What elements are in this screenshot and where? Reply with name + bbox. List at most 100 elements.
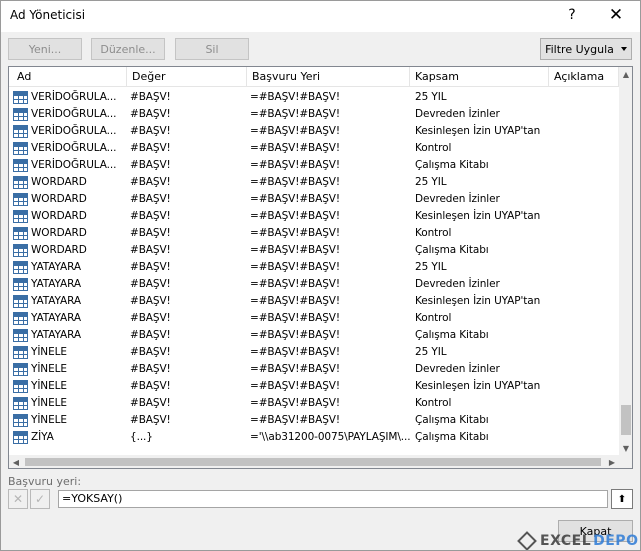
table-row[interactable]: YATAYARA #BAŞV! =#BAŞV!#BAŞV! Devreden İzin… [9, 276, 617, 293]
column-header-comment[interactable]: Açıklama [549, 67, 619, 87]
table-row[interactable]: VERİDOĞRULA... #BAŞV! =#BAŞV!#BAŞV! 25 YIL [9, 89, 617, 106]
vertical-scroll-thumb[interactable] [621, 405, 631, 435]
table-row[interactable]: WORDARD #BAŞV! =#BAŞV!#BAŞV! Kontrol [9, 225, 617, 242]
row-refers-to: =#BAŞV!#BAŞV! [250, 261, 340, 273]
table-row[interactable]: YİNELE #BAŞV! =#BAŞV!#BAŞV! Çalışma Kitabı [9, 412, 617, 429]
row-value: #BAŞV! [130, 380, 171, 392]
row-value: #BAŞV! [130, 397, 171, 409]
column-header-scope[interactable]: Kapsam [410, 67, 549, 87]
row-scope: Kontrol [415, 227, 452, 239]
name-range-icon [13, 346, 29, 359]
collapse-dialog-icon[interactable]: ⬆ [611, 489, 633, 509]
row-name: ZİYA [31, 431, 54, 443]
table-row[interactable]: VERİDOĞRULA... #BAŞV! =#BAŞV!#BAŞV! Çalışma… [9, 157, 617, 174]
row-scope: 25 YIL [415, 91, 447, 103]
table-row[interactable]: YİNELE #BAŞV! =#BAŞV!#BAŞV! Devreden İzinle… [9, 361, 617, 378]
edit-button[interactable]: Düzenle... [91, 38, 165, 60]
close-window-button[interactable]: ✕ [602, 2, 630, 28]
name-range-icon [13, 108, 29, 121]
table-row[interactable]: YATAYARA #BAŞV! =#BAŞV!#BAŞV! Çalışma Kitab… [9, 327, 617, 344]
row-value: #BAŞV! [130, 193, 171, 205]
vertical-scrollbar[interactable]: ▲ ▼ [619, 67, 632, 455]
name-range-icon [13, 244, 29, 257]
row-value: #BAŞV! [130, 329, 171, 341]
row-scope: Devreden İzinler [415, 278, 500, 290]
row-scope: 25 YIL [415, 346, 447, 358]
column-header-refers-to[interactable]: Başvuru Yeri [247, 67, 410, 87]
new-button[interactable]: Yeni... [8, 38, 82, 60]
row-value: #BAŞV! [130, 108, 171, 120]
row-value: #BAŞV! [130, 261, 171, 273]
row-name: VERİDOĞRULA... [31, 91, 117, 103]
table-row[interactable]: WORDARD #BAŞV! =#BAŞV!#BAŞV! Kesinleşen İzi… [9, 208, 617, 225]
row-refers-to: =#BAŞV!#BAŞV! [250, 159, 340, 171]
row-scope: Çalışma Kitabı [415, 329, 489, 341]
table-row[interactable]: WORDARD #BAŞV! =#BAŞV!#BAŞV! 25 YIL [9, 174, 617, 191]
row-name: VERİDOĞRULA... [31, 108, 117, 120]
scroll-down-icon[interactable]: ▼ [619, 441, 632, 455]
title-bar: Ad Yöneticisi ? ✕ [0, 0, 641, 32]
table-row[interactable]: YİNELE #BAŞV! =#BAŞV!#BAŞV! Kontrol [9, 395, 617, 412]
row-refers-to: =#BAŞV!#BAŞV! [250, 380, 340, 392]
column-header-name[interactable]: Ad [9, 67, 127, 87]
table-row[interactable]: YİNELE #BAŞV! =#BAŞV!#BAŞV! Kesinleşen İzin… [9, 378, 617, 395]
row-name: YATAYARA [31, 329, 81, 341]
row-value: #BAŞV! [130, 159, 171, 171]
column-header-value[interactable]: Değer [127, 67, 247, 87]
scroll-right-icon[interactable]: ▶ [605, 455, 619, 468]
cancel-edit-icon[interactable]: ✕ [8, 489, 28, 509]
table-row[interactable]: WORDARD #BAŞV! =#BAŞV!#BAŞV! Devreden İzinl… [9, 191, 617, 208]
row-name: WORDARD [31, 176, 87, 188]
name-range-icon [13, 363, 29, 376]
row-name: YATAYARA [31, 295, 81, 307]
name-range-icon [13, 227, 29, 240]
scroll-left-icon[interactable]: ◀ [9, 455, 23, 468]
names-list[interactable]: Ad Değer Başvuru Yeri Kapsam Açıklama VE… [8, 66, 633, 469]
refers-to-input[interactable]: =YOKSAY() [58, 490, 608, 508]
table-row[interactable]: YATAYARA #BAŞV! =#BAŞV!#BAŞV! Kesinleşen İz… [9, 293, 617, 310]
row-scope: Devreden İzinler [415, 363, 500, 375]
row-value: #BAŞV! [130, 312, 171, 324]
window-title: Ad Yöneticisi [10, 8, 86, 22]
scroll-up-icon[interactable]: ▲ [619, 67, 632, 81]
filter-button[interactable]: Filtre Uygula [540, 38, 632, 60]
row-scope: Çalışma Kitabı [415, 431, 489, 443]
row-scope: Kesinleşen İzin UYAP'tan [415, 125, 541, 137]
horizontal-scroll-thumb[interactable] [25, 458, 601, 466]
row-scope: 25 YIL [415, 261, 447, 273]
list-rows: VERİDOĞRULA... #BAŞV! =#BAŞV!#BAŞV! 25 YIL V… [9, 89, 617, 446]
scroll-corner [619, 455, 632, 468]
row-scope: Kontrol [415, 142, 452, 154]
table-row[interactable]: YİNELE #BAŞV! =#BAŞV!#BAŞV! 25 YIL [9, 344, 617, 361]
row-value: #BAŞV! [130, 363, 171, 375]
row-name: YİNELE [31, 397, 67, 409]
name-range-icon [13, 397, 29, 410]
name-range-icon [13, 261, 29, 274]
table-row[interactable]: ZİYA {...} ='\\ab31200-0075\PAYLAŞIM\... Ça… [9, 429, 617, 446]
row-name: YATAYARA [31, 312, 81, 324]
row-value: #BAŞV! [130, 278, 171, 290]
table-row[interactable]: YATAYARA #BAŞV! =#BAŞV!#BAŞV! 25 YIL [9, 259, 617, 276]
row-value: #BAŞV! [130, 295, 171, 307]
row-name: YİNELE [31, 363, 67, 375]
row-refers-to: =#BAŞV!#BAŞV! [250, 414, 340, 426]
table-row[interactable]: YATAYARA #BAŞV! =#BAŞV!#BAŞV! Kontrol [9, 310, 617, 327]
row-value: #BAŞV! [130, 176, 171, 188]
row-refers-to: =#BAŞV!#BAŞV! [250, 142, 340, 154]
table-row[interactable]: VERİDOĞRULA... #BAŞV! =#BAŞV!#BAŞV! Kontrol [9, 140, 617, 157]
help-button[interactable]: ? [560, 2, 584, 28]
table-row[interactable]: VERİDOĞRULA... #BAŞV! =#BAŞV!#BAŞV! Devrede… [9, 106, 617, 123]
horizontal-scrollbar[interactable]: ◀ ▶ [9, 455, 619, 468]
table-row[interactable]: WORDARD #BAŞV! =#BAŞV!#BAŞV! Çalışma Kitabı [9, 242, 617, 259]
row-name: VERİDOĞRULA... [31, 142, 117, 154]
row-refers-to: ='\\ab31200-0075\PAYLAŞIM\... [250, 431, 410, 443]
row-scope: Devreden İzinler [415, 193, 500, 205]
delete-button[interactable]: Sil [175, 38, 249, 60]
row-name: YİNELE [31, 346, 67, 358]
name-range-icon [13, 176, 29, 189]
name-range-icon [13, 312, 29, 325]
row-refers-to: =#BAŞV!#BAŞV! [250, 227, 340, 239]
confirm-edit-icon[interactable]: ✓ [30, 489, 50, 509]
table-row[interactable]: VERİDOĞRULA... #BAŞV! =#BAŞV!#BAŞV! Kesinle… [9, 123, 617, 140]
row-refers-to: =#BAŞV!#BAŞV! [250, 210, 340, 222]
